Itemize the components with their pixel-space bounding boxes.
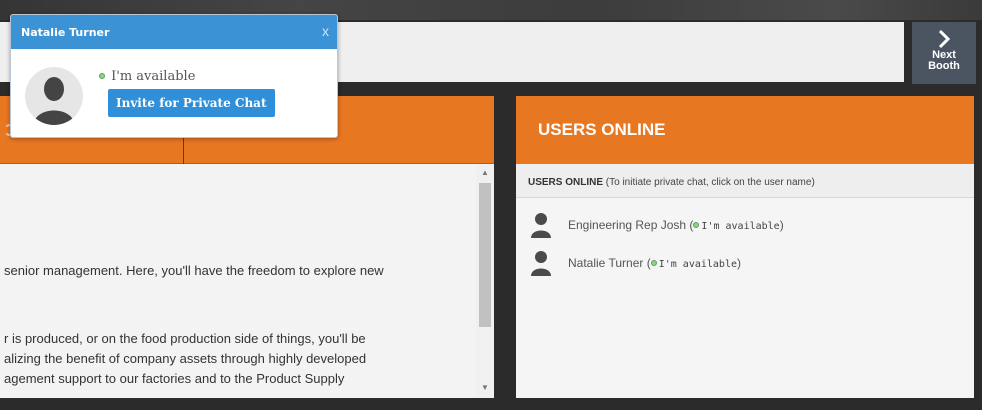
content-line: agement support to our factories and to …	[4, 371, 345, 386]
user-list: Engineering Rep Josh (I'm available) Nat…	[516, 208, 974, 284]
next-booth-button[interactable]: Next Booth	[912, 22, 976, 84]
user-name[interactable]: Natalie Turner	[568, 256, 643, 270]
next-label-line2: Booth	[928, 60, 960, 72]
user-status: I'm available	[701, 221, 780, 232]
users-note-bold: USERS ONLINE	[528, 177, 604, 188]
available-dot-icon	[650, 260, 657, 266]
user-name[interactable]: Engineering Rep Josh	[568, 218, 686, 232]
popup-header: Natalie Turner x	[11, 15, 337, 49]
available-dot-icon	[693, 222, 700, 228]
user-status: I'm available	[658, 259, 737, 270]
scroll-down-arrow-icon[interactable]: ▼	[476, 380, 494, 396]
close-icon[interactable]: x	[322, 23, 329, 39]
tab-divider	[183, 136, 184, 164]
user-chat-popup: Natalie Turner x I'm available Invite fo…	[10, 14, 338, 138]
content-paragraph-1: senior management. Here, you'll have the…	[4, 263, 384, 278]
available-dot-icon	[99, 72, 105, 79]
users-online-panel: USERS ONLINE USERS ONLINE (To initiate p…	[516, 96, 974, 398]
content-line: alizing the benefit of company assets th…	[4, 351, 367, 366]
popup-status: I'm available	[99, 69, 195, 84]
invite-private-chat-button[interactable]: Invite for Private Chat	[108, 89, 275, 117]
content-paragraph-2: r is produced, or on the food production…	[4, 329, 474, 389]
content-scrollbar[interactable]: ▲ ▼	[476, 165, 494, 398]
users-online-note: USERS ONLINE (To initiate private chat, …	[516, 164, 974, 198]
users-online-title: USERS ONLINE	[538, 120, 666, 139]
user-list-item[interactable]: Engineering Rep Josh (I'm available)	[516, 208, 974, 246]
user-icon	[531, 213, 551, 238]
avatar	[25, 67, 83, 125]
popup-status-text: I'm available	[111, 69, 196, 84]
user-list-item[interactable]: Natalie Turner (I'm available)	[516, 246, 974, 284]
popup-user-name: Natalie Turner	[21, 26, 110, 39]
booth-content-panel: senior management. Here, you'll have the…	[0, 96, 494, 398]
user-entry[interactable]: Natalie Turner (I'm available)	[568, 256, 741, 270]
users-note-text: (To initiate private chat, click on the …	[603, 177, 815, 188]
content-text-area: senior management. Here, you'll have the…	[0, 165, 476, 398]
chevron-right-icon	[938, 29, 951, 49]
scroll-thumb[interactable]	[479, 183, 491, 327]
content-line: r is produced, or on the food production…	[4, 331, 366, 346]
user-icon	[531, 251, 551, 276]
scroll-up-arrow-icon[interactable]: ▲	[476, 165, 494, 181]
user-entry[interactable]: Engineering Rep Josh (I'm available)	[568, 218, 784, 232]
users-online-header: USERS ONLINE	[516, 96, 974, 164]
